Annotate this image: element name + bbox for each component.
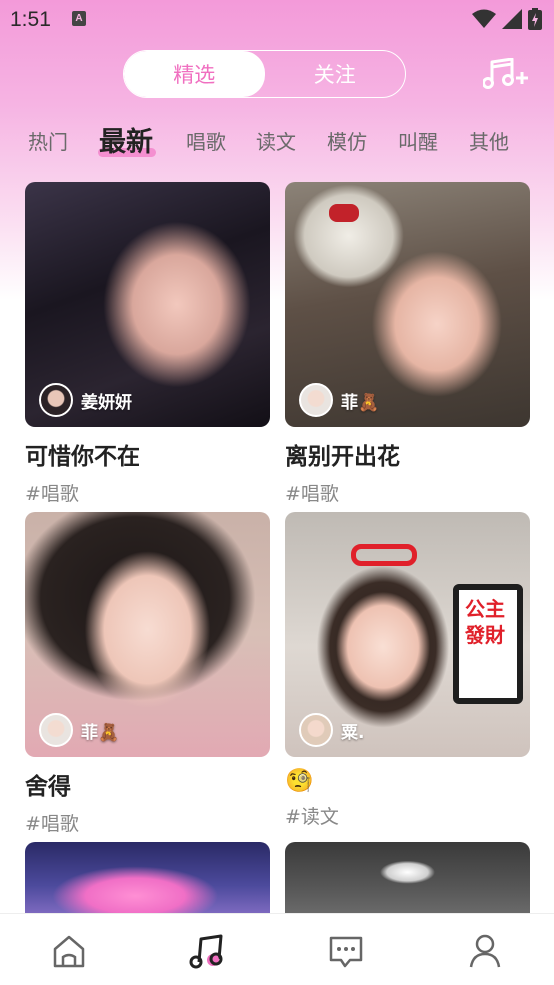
avatar <box>299 713 333 747</box>
post-author[interactable]: 菲🧸 <box>39 713 119 747</box>
post-tag[interactable]: #唱歌 <box>285 479 530 506</box>
post-cover-image[interactable]: 菲🧸 <box>25 512 270 757</box>
post-cover-image[interactable] <box>25 842 270 914</box>
post-title: 🧐 <box>285 768 314 794</box>
post-cover-image[interactable]: 公主 發財 粟. <box>285 512 530 757</box>
tab-hot[interactable]: 热门 <box>28 126 68 155</box>
author-name: 姜妍妍 <box>81 392 132 413</box>
profile-icon[interactable] <box>465 931 505 971</box>
post-card[interactable]: 公主 發財 粟. 🧐 #读文 <box>285 512 530 829</box>
avatar <box>39 383 73 417</box>
bottom-navigation <box>0 913 554 985</box>
bow-decoration <box>329 204 359 222</box>
author-name: 菲🧸 <box>341 392 380 413</box>
status-time: 1:51 <box>10 8 51 31</box>
music-icon[interactable] <box>187 931 227 971</box>
status-icons <box>472 8 542 30</box>
post-card[interactable] <box>25 842 270 914</box>
battery-icon <box>528 8 542 30</box>
post-title: 可惜你不在 <box>25 444 140 470</box>
notification-icon: A <box>72 11 86 26</box>
author-name: 菲🧸 <box>81 722 120 743</box>
avatar <box>39 713 73 747</box>
tab-singing[interactable]: 唱歌 <box>186 126 226 155</box>
segment-featured[interactable]: 精选 <box>124 51 265 97</box>
tab-reading[interactable]: 读文 <box>256 126 296 155</box>
wifi-icon <box>472 9 496 28</box>
post-tag[interactable]: #唱歌 <box>25 479 270 506</box>
post-cover-image[interactable] <box>285 842 530 914</box>
tab-wakeup[interactable]: 叫醒 <box>398 126 438 155</box>
post-author[interactable]: 菲🧸 <box>299 383 379 417</box>
post-tag[interactable]: #唱歌 <box>25 809 270 836</box>
post-tag[interactable]: #读文 <box>285 802 530 829</box>
post-title: 离别开出花 <box>285 444 400 470</box>
tab-latest[interactable]: 最新 <box>99 120 153 159</box>
post-author[interactable]: 粟. <box>299 713 364 747</box>
music-add-icon[interactable] <box>482 57 529 94</box>
post-card[interactable] <box>285 842 530 914</box>
sunglasses-decoration <box>351 544 417 566</box>
avatar <box>299 383 333 417</box>
tab-imitation[interactable]: 模仿 <box>327 126 367 155</box>
post-author[interactable]: 姜妍妍 <box>39 383 132 417</box>
post-card[interactable]: 菲🧸 离别开出花 #唱歌 <box>285 182 530 506</box>
tab-other[interactable]: 其他 <box>469 126 509 155</box>
message-icon[interactable] <box>326 931 366 971</box>
category-tabs: 热门 最新 唱歌 读文 模仿 叫醒 其他 <box>0 118 554 162</box>
status-bar: 1:51 A <box>0 0 554 40</box>
post-card[interactable]: 姜妍妍 可惜你不在 #唱歌 <box>25 182 270 506</box>
post-card[interactable]: 菲🧸 舍得 #唱歌 <box>25 512 270 836</box>
author-name: 粟. <box>341 722 365 743</box>
post-cover-image[interactable]: 姜妍妍 <box>25 182 270 427</box>
post-cover-image[interactable]: 菲🧸 <box>285 182 530 427</box>
post-title: 舍得 <box>25 774 71 800</box>
sign-board: 公主 發財 <box>453 584 523 704</box>
segment-following[interactable]: 关注 <box>265 51 406 97</box>
home-icon[interactable] <box>49 931 89 971</box>
feed-segment-control: 精选 关注 <box>123 50 406 98</box>
signal-icon <box>502 9 522 29</box>
